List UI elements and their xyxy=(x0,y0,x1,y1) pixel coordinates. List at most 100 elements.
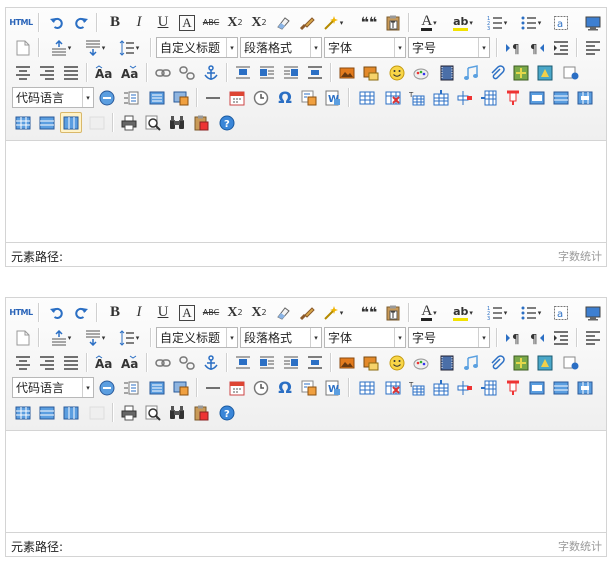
ordered-list-icon[interactable]: 1 2 3 ▾ xyxy=(482,12,512,33)
direction-ltr-icon[interactable]: ¶ xyxy=(502,37,524,58)
code-language-select[interactable]: 代码语言 ▾ xyxy=(12,377,94,398)
insert-video-icon[interactable] xyxy=(436,352,458,373)
insert-row-icon[interactable] xyxy=(430,377,452,398)
strikethrough-icon[interactable]: ABC xyxy=(200,302,222,323)
word-count-label[interactable]: 字数统计 xyxy=(558,248,602,264)
ordered-list-icon[interactable]: 1 2 3 ▾ xyxy=(482,302,512,323)
format-brush-icon[interactable] xyxy=(296,302,318,323)
search-replace-icon[interactable] xyxy=(142,112,164,133)
simple-upload-icon[interactable] xyxy=(336,62,358,83)
horizontal-icon[interactable] xyxy=(202,87,224,108)
insert-col-icon[interactable] xyxy=(478,87,500,108)
print-icon[interactable] xyxy=(118,112,140,133)
strikethrough-icon[interactable]: ABC xyxy=(200,12,222,33)
bold-icon[interactable]: B xyxy=(104,302,126,323)
indent-icon[interactable] xyxy=(550,37,572,58)
merge-down-icon[interactable] xyxy=(574,377,596,398)
merge-cells-icon[interactable] xyxy=(526,87,548,108)
insert-image-icon[interactable] xyxy=(360,62,382,83)
word-image-icon[interactable] xyxy=(298,377,320,398)
merge-right-icon[interactable] xyxy=(550,87,572,108)
font-color-icon[interactable]: A ▾ xyxy=(414,12,444,33)
justify-left-icon[interactable] xyxy=(582,37,604,58)
anchor-icon[interactable] xyxy=(200,62,222,83)
direction-ltr-icon[interactable]: ¶ xyxy=(502,327,524,348)
page-break-icon[interactable] xyxy=(96,87,118,108)
scrawl-icon[interactable] xyxy=(410,352,432,373)
preview-icon[interactable] xyxy=(582,302,604,323)
image-none-icon[interactable] xyxy=(232,352,254,373)
justify-center-icon[interactable] xyxy=(12,62,34,83)
insert-paragraph-before-table-icon[interactable]: T xyxy=(406,87,428,108)
split-to-rows-icon[interactable] xyxy=(36,402,58,423)
subscript-icon[interactable]: X2 xyxy=(248,12,270,33)
horizontal-icon[interactable] xyxy=(202,377,224,398)
underline-icon[interactable]: U xyxy=(152,302,174,323)
superscript-icon[interactable]: X2 xyxy=(224,12,246,33)
background-icon[interactable] xyxy=(146,377,168,398)
back-color-icon[interactable]: ab ▾ xyxy=(448,302,478,323)
merge-down-icon[interactable] xyxy=(574,87,596,108)
special-chars-icon[interactable]: Ω xyxy=(274,87,296,108)
insert-col-icon[interactable] xyxy=(478,377,500,398)
drafts-icon[interactable]: W xyxy=(322,87,344,108)
binoculars-icon[interactable] xyxy=(166,112,188,133)
emotion-icon[interactable] xyxy=(386,62,408,83)
undo-icon[interactable] xyxy=(46,302,68,323)
delete-col-icon[interactable] xyxy=(502,377,524,398)
music-icon[interactable] xyxy=(460,352,482,373)
edit-area[interactable] xyxy=(6,431,606,532)
image-left-icon[interactable] xyxy=(256,62,278,83)
unlink-icon[interactable] xyxy=(176,352,198,373)
charts-icon[interactable] xyxy=(86,402,108,423)
italic-icon[interactable]: I xyxy=(128,302,150,323)
justify-left-icon[interactable] xyxy=(582,327,604,348)
line-height-icon[interactable]: ▾ xyxy=(114,327,144,348)
merge-cells-icon[interactable] xyxy=(526,377,548,398)
image-none-icon[interactable] xyxy=(232,62,254,83)
insert-paragraph-before-table-icon[interactable]: T xyxy=(406,377,428,398)
page-break-icon[interactable] xyxy=(96,377,118,398)
map-icon[interactable] xyxy=(510,352,532,373)
font-size-select[interactable]: 字号 ▾ xyxy=(408,37,490,58)
drafts-icon[interactable]: W xyxy=(322,377,344,398)
format-brush-icon[interactable] xyxy=(296,12,318,33)
to-uppercase-icon[interactable]: Aa xyxy=(92,352,114,373)
image-center-icon[interactable] xyxy=(304,62,326,83)
image-center-icon[interactable] xyxy=(304,352,326,373)
clear-doc-icon[interactable] xyxy=(12,37,34,58)
justify-full-icon[interactable] xyxy=(60,352,82,373)
indent-icon[interactable] xyxy=(550,327,572,348)
blockquote-icon[interactable]: ❝❝ xyxy=(358,12,380,33)
paste-plain-icon[interactable] xyxy=(382,12,404,33)
auto-typeset-icon[interactable]: ▾ xyxy=(322,302,344,323)
template-icon[interactable] xyxy=(120,87,142,108)
insert-row-icon[interactable] xyxy=(430,87,452,108)
auto-typeset-icon[interactable]: ▾ xyxy=(322,12,344,33)
edit-area[interactable] xyxy=(6,141,606,242)
to-lowercase-icon[interactable]: Aa xyxy=(118,62,140,83)
time-icon[interactable] xyxy=(250,377,272,398)
font-family-select[interactable]: 字体 ▾ xyxy=(324,37,406,58)
insert-table-icon[interactable] xyxy=(356,377,378,398)
simple-upload-icon[interactable] xyxy=(336,352,358,373)
justify-right-icon[interactable] xyxy=(36,352,58,373)
code-language-select[interactable]: 代码语言 ▾ xyxy=(12,87,94,108)
paste-special-icon[interactable] xyxy=(190,402,212,423)
font-border-icon[interactable]: A xyxy=(176,302,198,323)
preview-icon[interactable] xyxy=(582,12,604,33)
blockquote-icon[interactable]: ❝❝ xyxy=(358,302,380,323)
attachment-icon[interactable] xyxy=(486,352,508,373)
split-to-cells-icon[interactable] xyxy=(12,112,34,133)
split-to-cells-icon[interactable] xyxy=(12,402,34,423)
snapscreen-icon[interactable] xyxy=(170,87,192,108)
redo-icon[interactable] xyxy=(70,12,92,33)
row-spacing-bottom-icon[interactable]: ▾ xyxy=(80,37,110,58)
gmap-icon[interactable] xyxy=(534,352,556,373)
link-icon[interactable] xyxy=(152,352,174,373)
image-right-icon[interactable] xyxy=(280,352,302,373)
unlink-icon[interactable] xyxy=(176,62,198,83)
attachment-icon[interactable] xyxy=(486,62,508,83)
superscript-icon[interactable]: X2 xyxy=(224,302,246,323)
paragraph-format-select[interactable]: 段落格式 ▾ xyxy=(240,327,322,348)
